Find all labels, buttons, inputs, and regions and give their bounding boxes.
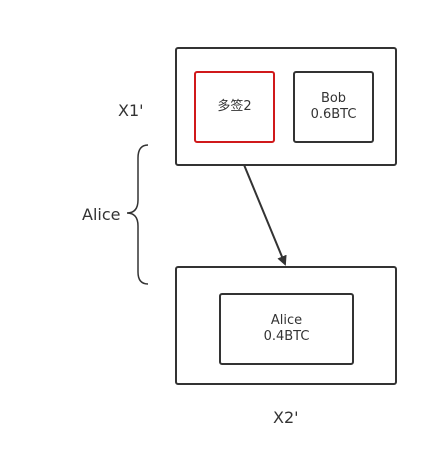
multisig-output: 多签2 (194, 71, 275, 143)
multisig-output-label: 多签2 (217, 99, 252, 114)
bob-output-amount: 0.6BTC (310, 107, 357, 122)
tx1-label: X1' (118, 101, 144, 120)
tx2-label: X2' (273, 408, 299, 427)
brace-label: Alice (82, 205, 121, 224)
alice-output-amount: 0.4BTC (263, 329, 310, 344)
curly-brace (126, 144, 149, 285)
alice-output-name: Alice (270, 313, 303, 328)
bob-output-name: Bob (320, 91, 347, 106)
alice-output: Alice 0.4BTC (219, 293, 354, 365)
diagram-canvas: X1' 多签2 Bob 0.6BTC Alice Alice 0.4BTC X2… (0, 0, 428, 469)
bob-output: Bob 0.6BTC (293, 71, 374, 143)
